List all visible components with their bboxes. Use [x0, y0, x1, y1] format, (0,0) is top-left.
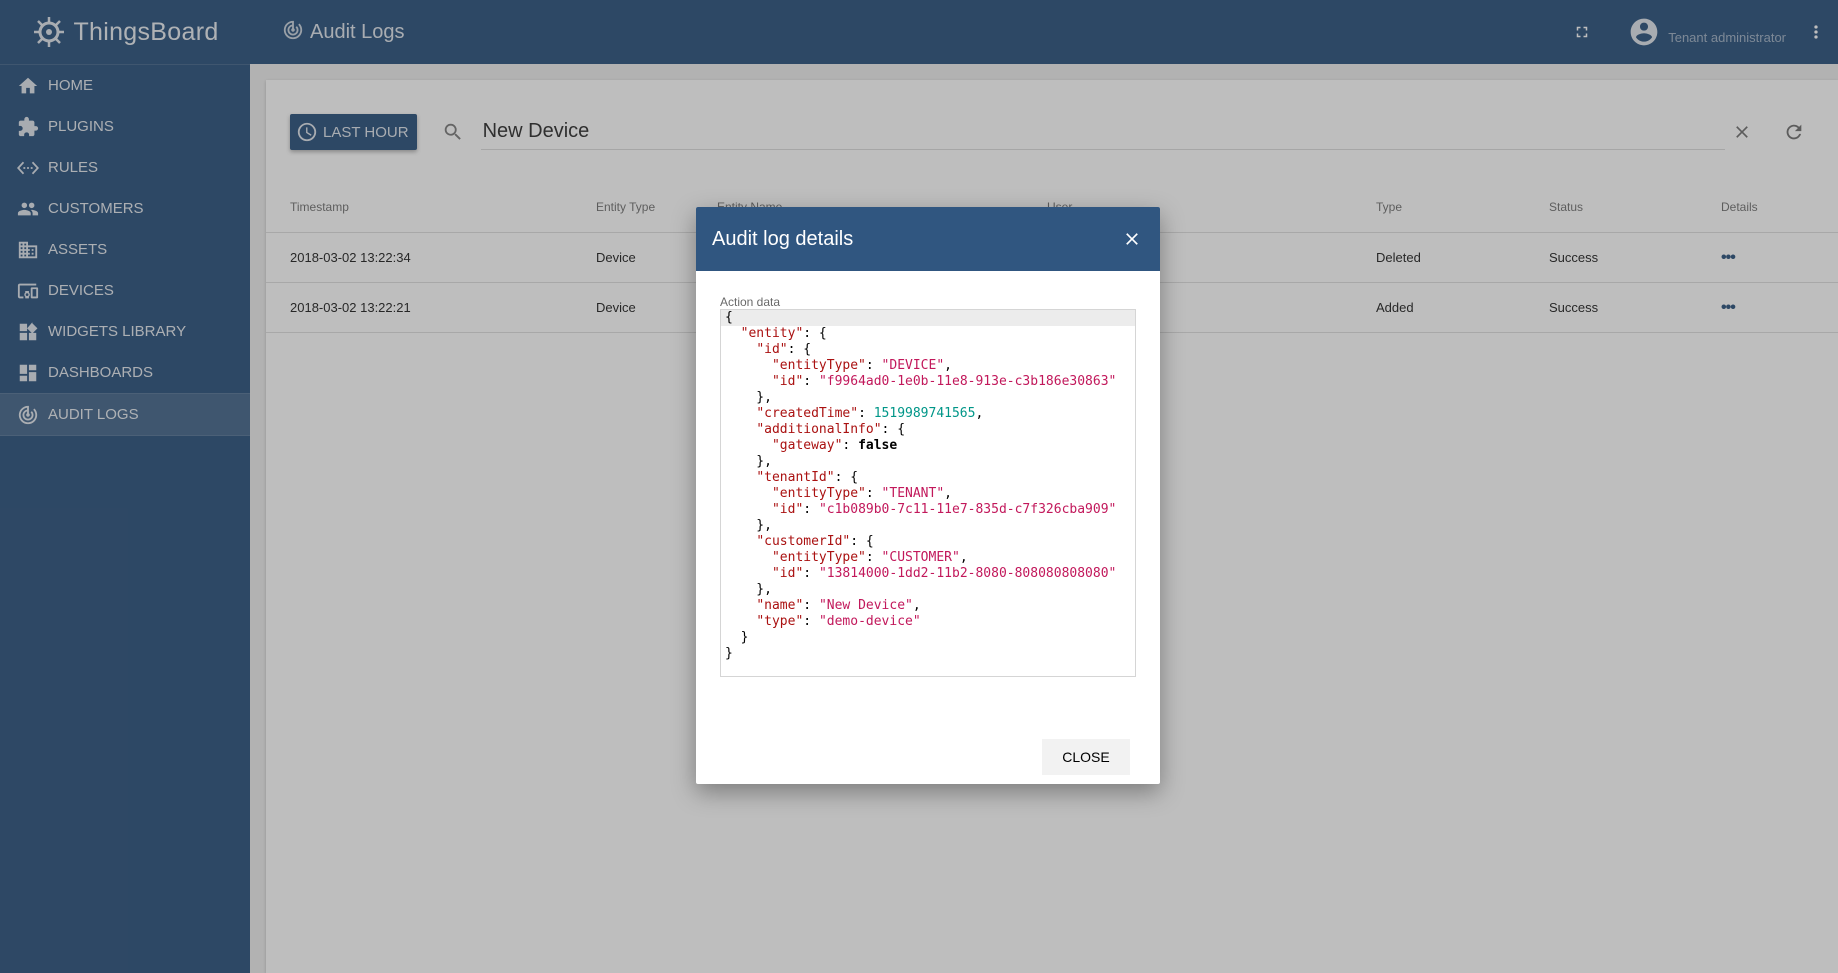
json-line: "name": "New Device", — [756, 598, 921, 613]
json-line: "additionalInfo": { — [756, 422, 906, 437]
json-line: "entityType": "CUSTOMER", — [771, 550, 968, 565]
json-line: "id": "f9964ad0-1e0b-11e8-913e-c3b186e30… — [771, 374, 1117, 389]
json-value: CUSTOMER — [889, 550, 952, 565]
json-line: "customerId": { — [756, 534, 874, 549]
json-value: c1b089b0-7c11-11e7-835d-c7f326cba909 — [826, 502, 1109, 517]
json-line: { — [721, 310, 1135, 326]
action-data-editor[interactable]: { "entity": { "id": { "entityType": "DEV… — [720, 309, 1136, 677]
json-line: }, — [725, 390, 772, 405]
dialog-title: Audit log details — [712, 227, 854, 250]
json-line: "id": "c1b089b0-7c11-11e7-835d-c7f326cba… — [771, 502, 1117, 517]
json-line: } — [725, 646, 733, 661]
json-line: "entityType": "DEVICE", — [771, 358, 952, 373]
json-line: }, — [725, 518, 772, 533]
audit-log-details-dialog: Audit log details Action data { "entity"… — [696, 207, 1160, 784]
dialog-header: Audit log details — [696, 207, 1160, 271]
json-value: f9964ad0-1e0b-11e8-913e-c3b186e30863 — [826, 374, 1109, 389]
json-line: "entity": { — [740, 326, 827, 341]
close-button[interactable]: CLOSE — [1042, 739, 1130, 775]
json-line: }, — [725, 454, 772, 469]
json-value: 1519989741565 — [873, 406, 976, 421]
json-line: }, — [725, 582, 772, 597]
json-line: "createdTime": 1519989741565, — [756, 406, 984, 421]
json-value: 13814000-1dd2-11b2-8080-808080808080 — [826, 566, 1109, 581]
close-icon[interactable] — [1120, 227, 1144, 251]
json-value: TENANT — [889, 486, 937, 501]
json-line: "id": { — [756, 342, 812, 357]
json-line: } — [725, 630, 749, 645]
json-line: "gateway": false — [771, 438, 898, 453]
json-line: "id": "13814000-1dd2-11b2-8080-808080808… — [771, 566, 1117, 581]
json-value: New Device — [826, 598, 906, 613]
action-data-label: Action data — [720, 295, 781, 309]
json-value: false — [858, 438, 898, 453]
json-line: "type": "demo-device" — [756, 614, 921, 629]
json-line: "tenantId": { — [756, 470, 859, 485]
json-value: DEVICE — [889, 358, 937, 373]
json-line: "entityType": "TENANT", — [771, 486, 952, 501]
json-value: demo-device — [826, 614, 913, 629]
